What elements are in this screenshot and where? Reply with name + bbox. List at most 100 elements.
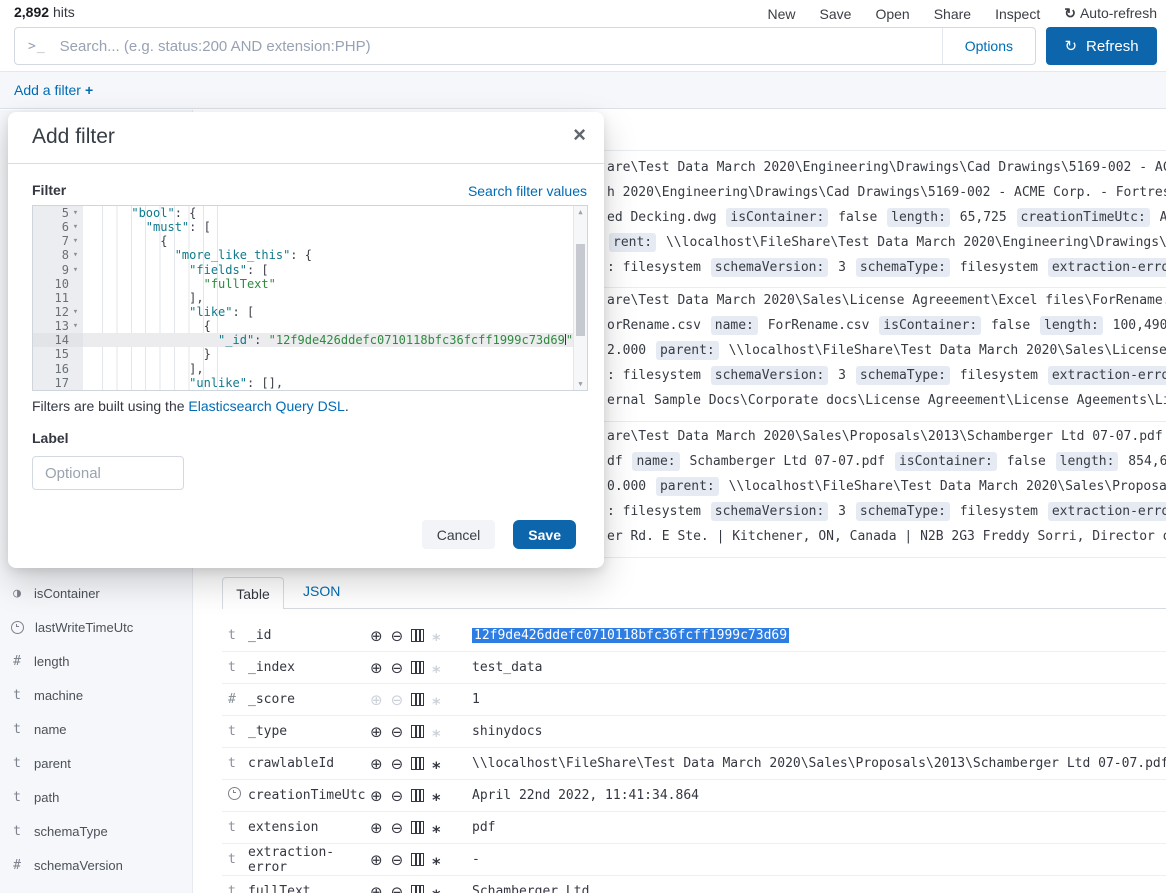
field-name: _type — [248, 724, 370, 739]
field-badge: name: — [632, 452, 679, 471]
query-dsl-link[interactable]: Elasticsearch Query DSL — [188, 398, 344, 414]
scroll-up-icon[interactable]: ▲ — [574, 208, 587, 216]
scrollbar-thumb[interactable] — [576, 244, 585, 336]
hit-text: : filesystem — [607, 504, 709, 519]
hit-row-3[interactable]: are\Test Data March 2020\Sales\Proposals… — [607, 424, 1166, 549]
hit-text: : filesystem — [607, 368, 709, 383]
sidebar-field-schemaType[interactable]: tschemaType — [0, 814, 192, 848]
close-icon[interactable]: × — [573, 124, 586, 146]
nav-new-button[interactable]: New — [768, 6, 796, 22]
hit-row-2[interactable]: are\Test Data March 2020\Sales\License A… — [607, 288, 1166, 413]
filter-field-present-icon[interactable]: * — [432, 635, 440, 645]
search-box[interactable]: >_ Options — [14, 27, 1036, 65]
string-type-icon: t — [228, 628, 248, 643]
toggle-column-icon[interactable] — [411, 853, 424, 866]
filter-for-value-icon[interactable]: ⊕ — [370, 627, 383, 645]
hit-row-1[interactable]: are\Test Data March 2020\Engineering\Dra… — [607, 155, 1166, 280]
field-badge: creationTimeUtc: — [1017, 208, 1150, 227]
toggle-column-icon[interactable] — [411, 757, 424, 770]
hit-text: 0.000 — [607, 479, 654, 494]
filter-for-value-icon[interactable]: ⊕ — [370, 883, 383, 893]
code-line: "more_like_this": { — [83, 248, 573, 262]
field-badge: schemaVersion: — [711, 502, 829, 521]
field-actions: ⊕ ⊖ * — [370, 787, 462, 805]
filter-field-present-icon[interactable]: * — [432, 763, 440, 773]
filter-for-value-icon[interactable]: ⊕ — [370, 787, 383, 805]
fold-arrow-icon: ▾ — [69, 307, 82, 317]
line-number: 11 — [55, 291, 69, 305]
nav-share-button[interactable]: Share — [934, 6, 971, 22]
toggle-column-icon[interactable] — [411, 693, 424, 706]
toggle-column-icon[interactable] — [411, 821, 424, 834]
toggle-column-icon[interactable] — [411, 789, 424, 802]
filter-out-value-icon[interactable]: ⊖ — [391, 659, 404, 677]
search-options-button[interactable]: Options — [942, 28, 1035, 64]
scroll-down-icon[interactable]: ▼ — [574, 380, 587, 388]
filter-out-value-icon[interactable]: ⊖ — [391, 819, 404, 837]
gutter-line: 14 — [33, 333, 83, 347]
number-type-icon: # — [228, 692, 248, 707]
sidebar-field-machine[interactable]: tmachine — [0, 678, 192, 712]
filter-out-value-icon[interactable]: ⊖ — [391, 851, 404, 869]
sidebar-field-parent[interactable]: tparent — [0, 746, 192, 780]
string-type-icon: t — [9, 756, 25, 771]
filter-out-value-icon[interactable]: ⊖ — [391, 787, 404, 805]
filter-out-value-icon[interactable]: ⊖ — [391, 627, 404, 645]
sidebar-field-lastWriteTimeUtc[interactable]: lastWriteTimeUtc — [0, 610, 192, 644]
search-input[interactable] — [58, 37, 942, 56]
search-filter-values-link[interactable]: Search filter values — [468, 183, 587, 199]
save-button[interactable]: Save — [513, 520, 576, 549]
gutter-line: 12▾ — [33, 305, 83, 319]
nav-inspect-button[interactable]: Inspect — [995, 6, 1040, 22]
toggle-column-icon[interactable] — [411, 885, 424, 893]
filter-for-value-icon[interactable]: ⊕ — [370, 723, 383, 741]
filter-for-value-icon[interactable]: ⊕ — [370, 819, 383, 837]
filter-for-value-icon[interactable]: ⊕ — [370, 851, 383, 869]
field-value: test_data — [472, 660, 542, 675]
sidebar-field-isContainer[interactable]: ◑isContainer — [0, 576, 192, 610]
filter-field-present-icon[interactable]: * — [432, 859, 440, 869]
filter-field-present-icon[interactable]: * — [432, 667, 440, 677]
toggle-column-icon[interactable] — [411, 661, 424, 674]
string-type-icon: t — [228, 884, 248, 893]
tab-table[interactable]: Table — [222, 577, 284, 609]
field-actions: ⊕ ⊖ * — [370, 851, 462, 869]
sidebar-field-name[interactable]: tname — [0, 712, 192, 746]
filter-query-editor[interactable]: 5▾6▾7▾8▾9▾101112▾13▾14151617 "bool": { "… — [32, 205, 588, 391]
filter-field-present-icon[interactable]: * — [432, 731, 440, 741]
filter-out-value-icon[interactable]: ⊖ — [391, 883, 404, 893]
filter-out-value-icon[interactable]: ⊖ — [391, 755, 404, 773]
filter-out-value-icon[interactable]: ⊖ — [391, 723, 404, 741]
code-token: : [], — [247, 376, 283, 390]
field-label: schemaType — [34, 824, 108, 839]
filter-out-value-icon[interactable]: ⊖ — [391, 691, 404, 709]
refresh-button[interactable]: ↻ Refresh — [1046, 27, 1157, 65]
editor-code[interactable]: "bool": { "must": [ { "more_like_this": … — [83, 206, 573, 390]
tab-json[interactable]: JSON — [303, 583, 340, 599]
sidebar-field-path[interactable]: tpath — [0, 780, 192, 814]
filter-for-value-icon[interactable]: ⊕ — [370, 691, 383, 709]
filter-for-value-icon[interactable]: ⊕ — [370, 755, 383, 773]
code-token: ], — [189, 362, 203, 376]
editor-scrollbar[interactable]: ▲ ▼ — [573, 206, 587, 390]
auto-refresh-button[interactable]: ↻Auto-refresh — [1064, 5, 1157, 22]
filter-field-present-icon[interactable]: * — [432, 699, 440, 709]
filter-for-value-icon[interactable]: ⊕ — [370, 659, 383, 677]
sidebar-field-length[interactable]: #length — [0, 644, 192, 678]
nav-open-button[interactable]: Open — [875, 6, 909, 22]
toggle-column-icon[interactable] — [411, 725, 424, 738]
field-actions: ⊕ ⊖ * — [370, 723, 462, 741]
filter-label-input[interactable] — [32, 456, 184, 490]
code-token: : { — [175, 206, 197, 220]
filter-help-text: Filters are built using the Elasticsearc… — [32, 398, 349, 414]
add-filter-link[interactable]: Add a filter+ — [14, 82, 93, 98]
auto-refresh-icon: ↻ — [1064, 5, 1076, 21]
field-badge: schemaType: — [856, 258, 950, 277]
nav-save-button[interactable]: Save — [820, 6, 852, 22]
filter-field-present-icon[interactable]: * — [432, 827, 440, 837]
toggle-column-icon[interactable] — [411, 629, 424, 642]
sidebar-field-schemaVersion[interactable]: #schemaVersion — [0, 848, 192, 882]
filter-field-present-icon[interactable]: * — [432, 795, 440, 805]
cancel-button[interactable]: Cancel — [422, 520, 496, 549]
field-badge: parent: — [656, 341, 719, 360]
